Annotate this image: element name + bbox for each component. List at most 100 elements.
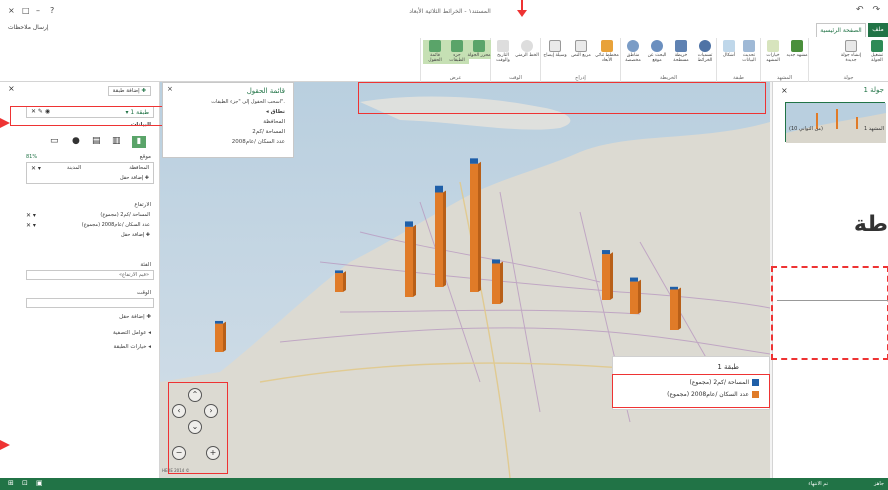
view-icon[interactable]: ⊡ [22,479,28,487]
timeline-button[interactable]: الخط الزمني [515,40,539,59]
legend-insert-button[interactable]: وسيلة إيضاح [543,40,567,59]
remove-field-icon[interactable]: ✕ ▾ [26,212,36,219]
add-location-field[interactable]: إضافة حقل ✚ [120,175,149,181]
area-bar[interactable] [492,259,500,264]
minimize-window-button[interactable]: – [36,6,40,15]
population-bar[interactable] [492,263,500,305]
view-icon[interactable]: ⊞ [8,479,14,487]
send-feedback-link[interactable]: إرسال ملاحظات [8,24,49,31]
scene-options-icon [767,40,779,52]
area-bar[interactable] [215,320,223,324]
flat-map-button[interactable]: خريطة مسطحة [669,40,693,64]
location-confidence[interactable]: 81% [26,154,37,160]
add-height-field[interactable]: إضافة حقل ✚ [26,232,154,242]
map-labels-button[interactable]: تسميات الخرائط [693,40,717,64]
field-list-hint: اسحب الحقول إلى "جزء الطبقات". [211,99,285,105]
date-time-button[interactable]: التاريخ والوقت [491,40,515,64]
population-bar-side [343,271,346,292]
region-chart-icon[interactable]: ▭ [50,136,59,146]
text-box-button[interactable]: مربع النص [569,40,593,59]
ribbon-group-tour: إنشاء جولة جديدة تشغيل الجولة جولة [808,38,888,82]
2d-chart-button[interactable]: مخطط ثنائي الأبعاد [595,40,619,64]
text-box-icon [575,40,587,52]
refresh-data-button[interactable]: تحديث البيانات [737,40,761,64]
height-field-row[interactable]: ✕ ▾ المساحة /كم2 (مجموع) [26,212,154,222]
field-list-panel: × قائمة الحقول اسحب الحقول إلى "جزء الطب… [162,82,294,158]
population-bar[interactable] [470,163,478,292]
refresh-icon [743,40,755,52]
area-bar[interactable] [470,158,478,164]
layer-pane-toggle[interactable]: جزء الطبقات [445,40,469,64]
restore-window-button[interactable]: □ [22,6,30,15]
new-scene-button[interactable]: مشهد جديد [785,40,809,59]
population-bar[interactable] [215,323,223,352]
area-bar[interactable] [335,270,343,274]
close-field-list-icon[interactable]: × [167,85,173,93]
layer-options-section[interactable]: خيارات الطبقة ◂ [114,344,151,350]
area-bar[interactable] [670,286,678,290]
date-time-icon [497,40,509,52]
time-label: الوقت [136,290,151,296]
population-bar[interactable] [602,254,610,300]
play-tour-button[interactable]: تشغيل الجولة [865,40,888,64]
population-bar[interactable] [335,273,343,292]
height-fields: ✕ ▾ المساحة /كم2 (مجموع) ✕ ▾ عدد السكان … [26,212,154,242]
help-button[interactable]: ? [50,6,54,15]
field-item[interactable]: المساحة /كم2 [252,129,285,135]
close-tour-pane-icon[interactable]: × [781,86,788,95]
area-bar[interactable] [630,277,638,282]
location-label: موقع [139,154,151,160]
remove-location-icon[interactable]: ✕ ▾ [31,165,41,172]
scene-options-button[interactable]: خيارات المشهد [761,40,785,64]
area-bar[interactable] [602,250,610,255]
field-item[interactable]: المحافظة [263,119,285,125]
category-field[interactable]: «قيم الارتفاع» [26,270,154,280]
ribbon-group-view: قائمة الحقول جزء الطبقات محرر الجولة عرض [420,38,491,82]
area-bar[interactable] [405,221,413,227]
add-layer-button[interactable]: إضافة طبقة ✚ [107,86,151,96]
redo-icon[interactable]: ↷ [872,5,880,15]
population-bar-side [500,261,503,304]
annotation-arrow-edge [0,118,10,128]
tab-file[interactable]: ملف [868,23,888,37]
overlay-large-text: طة [853,212,888,237]
view-icon[interactable]: ▣ [36,479,43,487]
field-item[interactable]: عدد السكان /عام2008 [232,139,285,145]
location-type[interactable]: المدينة [67,165,81,171]
ribbon-group-insert: وسيلة إيضاح مربع النص مخطط ثنائي الأبعاد… [540,38,620,82]
filters-section[interactable]: عوامل التصفية ◂ [113,330,151,336]
clustered-column-icon[interactable]: ▥ [112,136,121,146]
location-field-name: المحافظة [129,165,149,171]
bubble-chart-icon[interactable]: ● [72,136,80,146]
population-bar-side [610,252,613,300]
population-bar[interactable] [435,192,443,288]
legend-icon [549,40,561,52]
remove-field-icon[interactable]: ✕ ▾ [26,222,36,229]
clock-icon [521,40,533,52]
time-field[interactable] [26,298,154,308]
document-title: المستند١ - الخرائط الثلاثية الأبعاد [409,8,491,15]
area-bar[interactable] [435,185,443,193]
visualization-type-picker: ▭ ● ▤ ▥ ▮ [50,136,154,150]
scene-thumbnail[interactable] [785,102,886,143]
height-field-row[interactable]: ✕ ▾ عدد السكان /عام2008 (مجموع) [26,222,154,232]
find-location-button[interactable]: البحث عن موقع [645,40,669,64]
field-list-range[interactable]: ◂ نطاق [266,109,285,115]
heatmap-icon[interactable]: ▤ [92,136,101,146]
tab-home[interactable]: الصفحة الرئيسية [816,23,866,37]
custom-regions-button[interactable]: مناطق مخصصة [621,40,645,64]
stacked-column-icon[interactable]: ▮ [132,136,146,148]
add-time-field[interactable]: إضافة حقل ✚ [119,314,151,320]
divider [777,300,888,301]
ribbon-group-scene: خيارات المشهد مشهد جديد المشهد [760,38,808,82]
custom-regions-icon [627,40,639,52]
undo-icon[interactable]: ↶ [856,5,864,15]
tour-editor-toggle[interactable]: محرر الجولة [467,40,491,59]
create-tour-button[interactable]: إنشاء جولة جديدة [839,40,863,64]
field-list-toggle[interactable]: قائمة الحقول [423,40,447,64]
population-bar[interactable] [630,281,638,314]
close-pane-icon[interactable]: × [8,84,15,93]
population-bar[interactable] [670,289,678,331]
population-bar[interactable] [405,226,413,297]
close-window-button[interactable]: × [8,6,15,15]
